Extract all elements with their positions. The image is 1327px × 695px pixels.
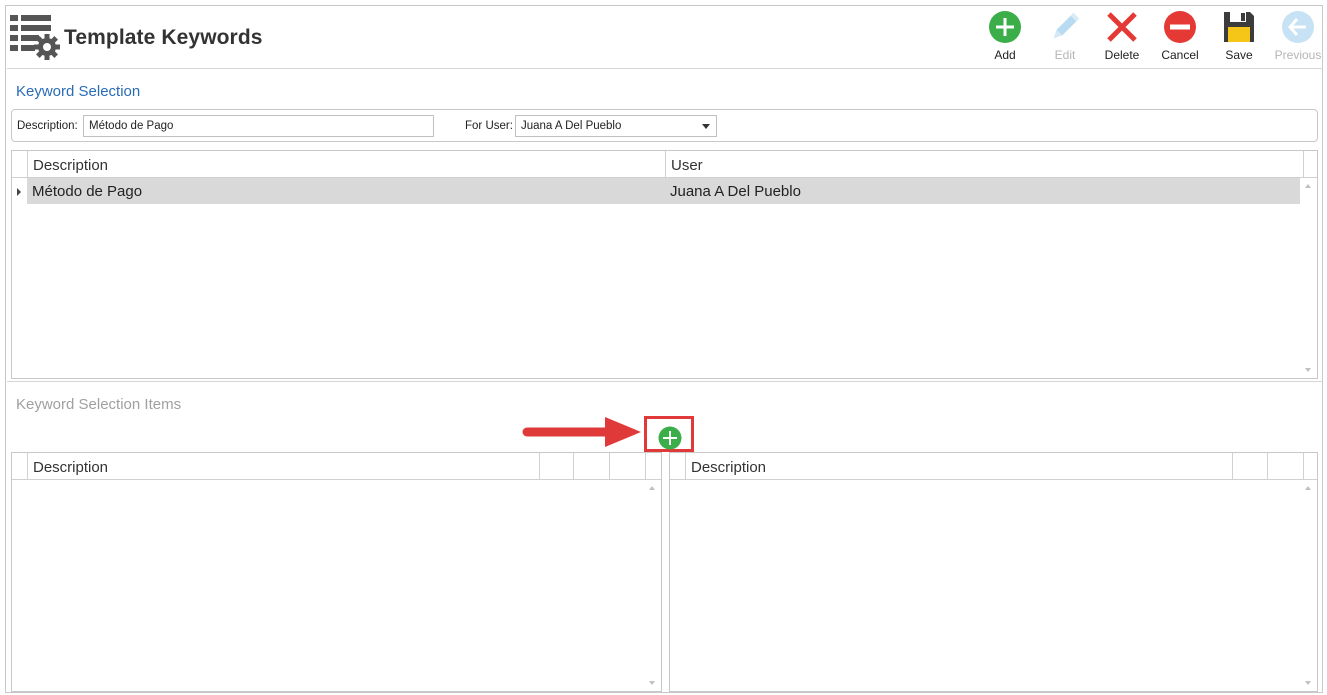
column-header-blank <box>609 453 645 480</box>
column-header-blank <box>539 453 573 480</box>
delete-x-icon <box>1107 12 1137 42</box>
keyword-selection-section: Keyword Selection Description: Método de… <box>7 68 1322 380</box>
grid-header: Description <box>670 453 1317 480</box>
for-user-label: For User: <box>465 120 513 132</box>
edit-button[interactable]: Edit <box>1040 10 1090 66</box>
grid-header: Description User <box>12 151 1317 178</box>
for-user-select[interactable]: Juana A Del Pueblo <box>515 115 717 137</box>
edit-label: Edit <box>1054 48 1076 62</box>
add-item-button[interactable] <box>644 416 694 452</box>
delete-button[interactable]: Delete <box>1097 10 1147 66</box>
column-header-filler <box>1303 151 1318 178</box>
previous-label: Previous <box>1274 48 1322 62</box>
pencil-icon <box>1053 12 1080 39</box>
chevron-down-icon[interactable] <box>702 124 710 129</box>
add-icon <box>658 426 682 450</box>
column-header-description[interactable]: Description <box>27 151 665 178</box>
keyword-selection-items-title: Keyword Selection Items <box>16 396 182 413</box>
selection-items-right-grid: Description <box>669 452 1318 692</box>
arrow-left-icon <box>1282 11 1314 43</box>
selection-items-left-grid: Description <box>11 452 662 692</box>
cell-description: Método de Pago <box>32 183 143 200</box>
cancel-label: Cancel <box>1161 48 1199 62</box>
column-header-blank <box>1267 453 1303 480</box>
page-title: Template Keywords <box>64 26 263 49</box>
add-icon <box>989 11 1021 43</box>
scroll-down-icon[interactable] <box>649 681 655 685</box>
add-label: Add <box>994 48 1016 62</box>
column-header-filler <box>645 453 662 480</box>
cell-user: Juana A Del Pueblo <box>670 183 801 200</box>
header: Template Keywords Add Edit Delete Cancel… <box>6 6 1322 68</box>
scroll-up-icon[interactable] <box>1305 486 1311 490</box>
scroll-down-icon[interactable] <box>1305 681 1311 685</box>
grid-header: Description <box>12 453 661 480</box>
column-header-description[interactable]: Description <box>27 453 539 480</box>
previous-button[interactable]: Previous <box>1272 10 1324 66</box>
scroll-up-icon[interactable] <box>1305 184 1311 188</box>
callout-arrow-icon <box>522 417 641 447</box>
window-frame: Template Keywords Add Edit Delete Cancel… <box>5 5 1323 693</box>
row-indicator-icon <box>17 188 21 196</box>
column-header-description[interactable]: Description <box>685 453 1232 480</box>
delete-label: Delete <box>1104 48 1140 62</box>
table-row[interactable]: Método de Pago Juana A Del Pueblo <box>27 178 1302 204</box>
scroll-up-icon[interactable] <box>649 486 655 490</box>
description-label: Description: <box>17 120 78 132</box>
save-disk-icon <box>1224 12 1254 42</box>
add-button[interactable]: Add <box>980 10 1030 66</box>
column-header-blank <box>573 453 609 480</box>
save-button[interactable]: Save <box>1214 10 1264 66</box>
vertical-scrollbar[interactable] <box>1300 178 1317 378</box>
column-header-filler <box>1303 453 1318 480</box>
cancel-button[interactable]: Cancel <box>1155 10 1205 66</box>
column-header-user[interactable]: User <box>665 151 1303 178</box>
list-gear-icon <box>8 13 62 61</box>
keyword-selection-title: Keyword Selection <box>16 83 141 100</box>
column-header-blank <box>1232 453 1267 480</box>
vertical-scrollbar[interactable] <box>644 480 661 691</box>
vertical-scrollbar[interactable] <box>1300 480 1317 691</box>
for-user-value: Juana A Del Pueblo <box>521 120 622 132</box>
keyword-selection-items-section: Keyword Selection Items Description Desc… <box>7 381 1322 692</box>
filter-box: Description: Método de Pago For User: Ju… <box>11 109 1318 142</box>
keyword-selection-grid: Description User Método de Pago Juana A … <box>11 150 1318 379</box>
description-input[interactable]: Método de Pago <box>83 115 434 137</box>
scroll-down-icon[interactable] <box>1305 368 1311 372</box>
cancel-icon <box>1164 11 1196 43</box>
save-label: Save <box>1225 48 1253 62</box>
